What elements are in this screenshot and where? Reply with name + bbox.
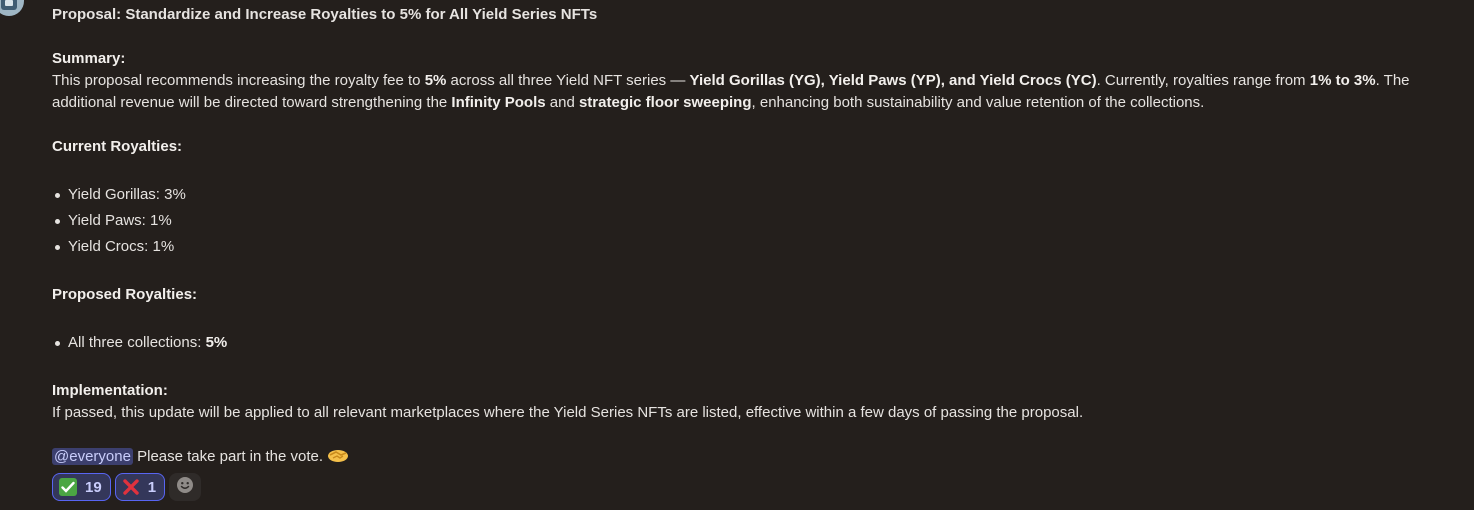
- list-item: Yield Paws: 1%: [55, 210, 186, 236]
- implementation-text: If passed, this update will be applied t…: [52, 404, 1084, 421]
- proposal-title: Proposal: Standardize and Increase Royal…: [52, 6, 598, 23]
- reaction-count: 1: [147, 478, 157, 496]
- smiley-icon: [176, 476, 194, 498]
- add-reaction-button[interactable]: [169, 473, 202, 501]
- summary-line-2: additional revenue will be directed towa…: [52, 94, 1205, 111]
- list-item: Yield Crocs: 1%: [55, 236, 186, 262]
- author-avatar[interactable]: [0, 0, 24, 16]
- cross-mark-icon: [122, 478, 140, 496]
- list-item: All three collections: 5%: [54, 332, 227, 358]
- current-royalties-heading: Current Royalties:: [52, 138, 183, 155]
- proposed-royalties-heading: Proposed Royalties:: [52, 286, 198, 303]
- reaction-bar: 19 1: [52, 473, 202, 501]
- check-mark-icon: [59, 478, 77, 496]
- summary-heading: Summary:: [52, 50, 126, 67]
- reaction-count: 19: [85, 478, 102, 496]
- current-royalties-list: Yield Gorillas: 3% Yield Paws: 1% Yield …: [52, 184, 186, 262]
- summary-line-1: This proposal recommends increasing the …: [52, 72, 1410, 89]
- vote-call-line: @everyone Please take part in the vote.: [52, 446, 349, 468]
- reaction-check-button[interactable]: 19: [52, 473, 111, 501]
- everyone-mention[interactable]: @everyone: [52, 448, 133, 465]
- list-item: Yield Gorillas: 3%: [55, 184, 186, 210]
- call-to-action-text: Please take part in the vote.: [132, 448, 328, 465]
- reaction-cross-button[interactable]: 1: [114, 473, 166, 501]
- proposed-royalties-list: All three collections: 5%: [52, 332, 227, 358]
- handshake-icon: [327, 448, 349, 464]
- implementation-heading: Implementation:: [52, 382, 168, 399]
